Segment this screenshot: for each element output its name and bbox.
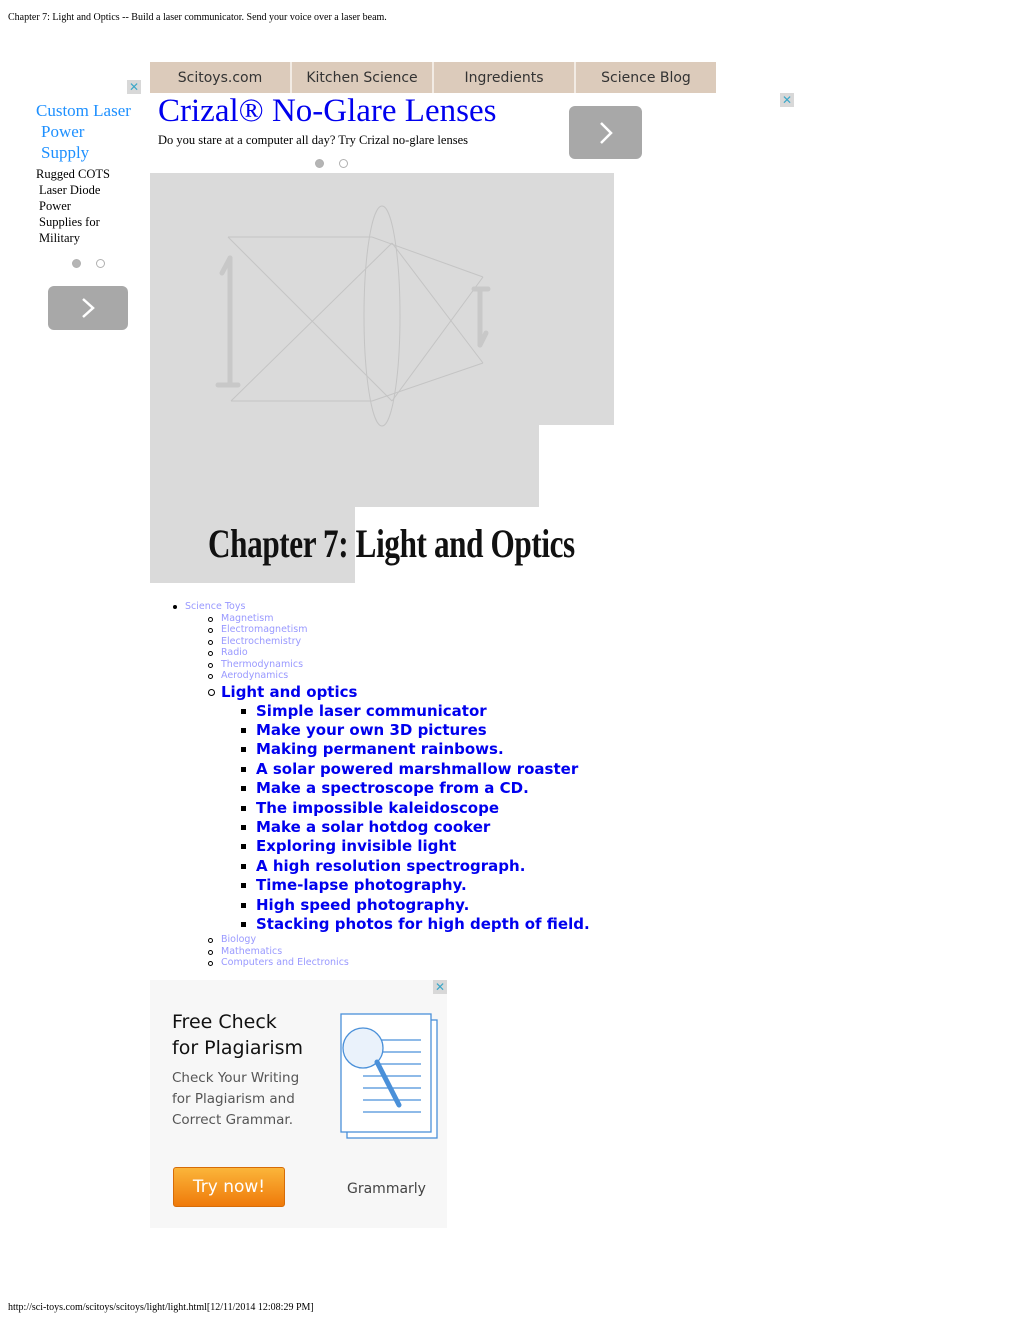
pager-dot-active[interactable]	[72, 259, 81, 268]
top-nav: Scitoys.com Kitchen Science Ingredients …	[150, 62, 716, 93]
nav-scitoys[interactable]: Scitoys.com	[150, 62, 292, 93]
nav-kitchen-science[interactable]: Kitchen Science	[292, 62, 434, 93]
left-ad-body-line: Power	[39, 199, 71, 213]
tree-subitem: Time-lapse photography.	[241, 876, 590, 895]
tree-subitem: Make your own 3D pictures	[241, 721, 590, 740]
top-ad-next-button[interactable]	[569, 106, 642, 159]
subtext-line: Check Your Writing	[172, 1070, 300, 1086]
left-ad-close-icon[interactable]: ✕	[127, 80, 141, 94]
link-simple-laser-communicator[interactable]: Simple laser communicator	[256, 702, 487, 720]
left-ad-body-line: Laser Diode	[39, 183, 101, 197]
link-mathematics[interactable]: Mathematics	[221, 946, 282, 957]
subtext-line: for Plagiarism and	[172, 1091, 295, 1107]
pager-dot[interactable]	[96, 259, 105, 268]
link-science-toys[interactable]: Science Toys	[185, 601, 245, 612]
link-electrochemistry[interactable]: Electrochemistry	[221, 636, 301, 647]
left-ad-body-line: Supplies for	[39, 215, 100, 229]
tree-subitem: High speed photography.	[241, 896, 590, 915]
tree-item: Computers and Electronics	[206, 957, 590, 969]
link-biology[interactable]: Biology	[221, 934, 256, 945]
headline-line: Free Check	[172, 1011, 277, 1033]
tree-subitem: A high resolution spectrograph.	[241, 857, 590, 876]
tree-item: Biology	[206, 934, 590, 946]
page-header-title: Chapter 7: Light and Optics -- Build a l…	[8, 12, 387, 23]
top-ad-pager	[315, 159, 348, 168]
tree-subitem: Stacking photos for high depth of field.	[241, 915, 590, 934]
lens-ray-diagram-icon	[215, 205, 491, 427]
tree-item-current: Light and optics Simple laser communicat…	[206, 683, 590, 935]
link-cd-spectroscope[interactable]: Make a spectroscope from a CD.	[256, 779, 529, 797]
link-computers-electronics[interactable]: Computers and Electronics	[221, 957, 349, 968]
grammarly-logo: Grammarly	[347, 1181, 426, 1197]
link-time-lapse[interactable]: Time-lapse photography.	[256, 876, 467, 894]
tree-subitem: Make a solar hotdog cooker	[241, 818, 590, 837]
magnifier-document-icon	[340, 1013, 438, 1139]
left-ad-next-button[interactable]	[48, 286, 128, 330]
chapter-title: Chapter 7: Light and Optics	[208, 521, 575, 566]
link-3d-pictures[interactable]: Make your own 3D pictures	[256, 721, 487, 739]
left-ad-title-line[interactable]: Power	[36, 121, 146, 142]
top-ad-body: Do you stare at a computer all day? Try …	[158, 133, 468, 147]
link-high-speed-photography[interactable]: High speed photography.	[256, 896, 469, 914]
tree-item: Radio	[206, 647, 590, 659]
top-ad-title[interactable]: Crizal® No-Glare Lenses	[158, 93, 496, 130]
left-ad[interactable]: Custom Laser Power Supply Rugged COTS La…	[36, 100, 146, 246]
tree-subitem: Making permanent rainbows.	[241, 740, 590, 759]
tree-subitem: Simple laser communicator	[241, 702, 590, 721]
site-nav-tree: Science Toys Magnetism Electromagnetism …	[170, 601, 590, 969]
link-aerodynamics[interactable]: Aerodynamics	[221, 670, 288, 681]
tree-item: Aerodynamics	[206, 670, 590, 682]
tree-item: Mathematics	[206, 946, 590, 958]
nav-science-blog[interactable]: Science Blog	[576, 62, 716, 93]
chevron-right-icon	[599, 121, 613, 144]
tree-subitem: The impossible kaleidoscope	[241, 799, 590, 818]
link-solar-hotdog-cooker[interactable]: Make a solar hotdog cooker	[256, 818, 490, 836]
grammarly-subtext: Check Your Writing for Plagiarism and Co…	[172, 1068, 299, 1131]
tree-item: Thermodynamics	[206, 659, 590, 671]
tree-subitem: Make a spectroscope from a CD.	[241, 779, 590, 798]
try-now-button[interactable]: Try now!	[173, 1167, 285, 1207]
tree-subitem: A solar powered marshmallow roaster	[241, 760, 590, 779]
left-ad-body-line: Rugged COTS	[36, 167, 110, 181]
chapter-hero-image: Chapter 7: Light and Optics	[150, 173, 614, 583]
top-ad-close-icon[interactable]: ✕	[780, 93, 794, 107]
left-ad-body-line: Military	[39, 231, 80, 245]
pager-dot[interactable]	[339, 159, 348, 168]
link-magnetism[interactable]: Magnetism	[221, 613, 273, 624]
tree-item: Electromagnetism	[206, 624, 590, 636]
nav-ingredients[interactable]: Ingredients	[434, 62, 576, 93]
link-radio[interactable]: Radio	[221, 647, 248, 658]
left-ad-title-line[interactable]: Custom Laser	[36, 100, 146, 121]
link-thermodynamics[interactable]: Thermodynamics	[221, 659, 303, 670]
tree-item: Magnetism	[206, 613, 590, 625]
tree-subitem: Exploring invisible light	[241, 837, 590, 856]
page-footer-url: http://sci-toys.com/scitoys/scitoys/ligh…	[8, 1302, 314, 1313]
grammarly-headline: Free Check for Plagiarism	[172, 1009, 303, 1061]
left-ad-pager	[72, 259, 105, 268]
link-impossible-kaleidoscope[interactable]: The impossible kaleidoscope	[256, 799, 499, 817]
subtext-line: Correct Grammar.	[172, 1112, 294, 1128]
link-focus-stacking[interactable]: Stacking photos for high depth of field.	[256, 915, 590, 933]
link-marshmallow-roaster[interactable]: A solar powered marshmallow roaster	[256, 760, 578, 778]
pager-dot-active[interactable]	[315, 159, 324, 168]
link-light-and-optics[interactable]: Light and optics	[221, 683, 357, 701]
grammarly-ad-close-icon[interactable]: ✕	[433, 980, 447, 994]
left-ad-body: Rugged COTS Laser Diode Power Supplies f…	[36, 166, 146, 246]
headline-line: for Plagiarism	[172, 1037, 304, 1059]
link-permanent-rainbows[interactable]: Making permanent rainbows.	[256, 740, 504, 758]
chevron-right-icon	[82, 298, 95, 318]
tree-item-science-toys: Science Toys Magnetism Electromagnetism …	[170, 601, 590, 969]
tree-item: Electrochemistry	[206, 636, 590, 648]
link-spectrograph[interactable]: A high resolution spectrograph.	[256, 857, 525, 875]
link-electromagnetism[interactable]: Electromagnetism	[221, 624, 307, 635]
grammarly-ad[interactable]: Free Check for Plagiarism Check Your Wri…	[150, 980, 447, 1228]
left-ad-title-line[interactable]: Supply	[36, 142, 146, 163]
left-ad-title[interactable]: Custom Laser Power Supply	[36, 100, 146, 163]
link-invisible-light[interactable]: Exploring invisible light	[256, 837, 456, 855]
